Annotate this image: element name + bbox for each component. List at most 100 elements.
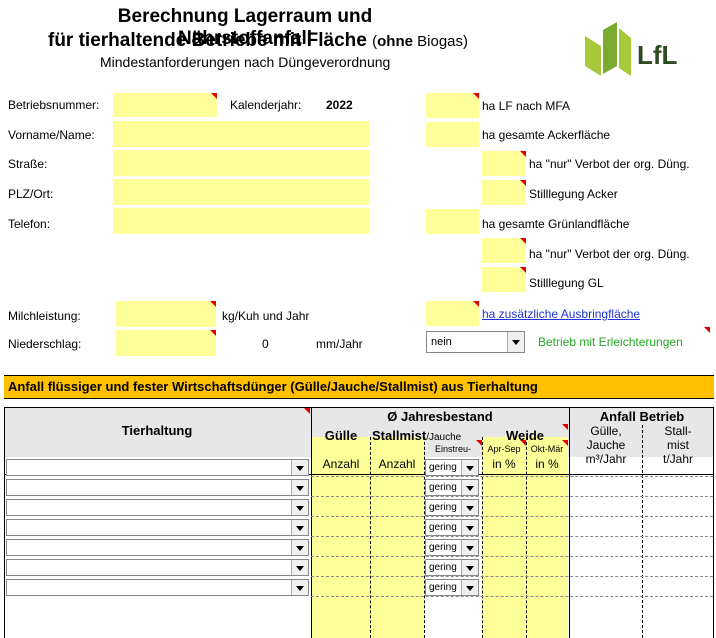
tierhaltung-select[interactable] xyxy=(6,459,309,476)
weide-okt-cell[interactable] xyxy=(526,477,568,497)
tierhaltung-comment-marker xyxy=(302,408,310,416)
strasse-label: Straße: xyxy=(8,157,48,171)
gl-verbot-input[interactable] xyxy=(482,238,526,263)
anfall-stallmist-cell xyxy=(642,497,714,517)
weide-apr-cell[interactable] xyxy=(482,517,526,537)
zusaetzlich-input[interactable] xyxy=(426,301,479,326)
anfall-stallmist-cell xyxy=(642,517,714,537)
guelle-anzahl-cell[interactable] xyxy=(312,457,370,477)
gruenland-input[interactable] xyxy=(426,209,479,234)
table-row: gering xyxy=(4,457,714,477)
stallmist-anzahl-cell[interactable] xyxy=(370,497,424,517)
einstreu-select[interactable]: gering xyxy=(425,499,479,516)
acker-stilllegung-input[interactable] xyxy=(482,180,526,205)
weide-okt-cell[interactable] xyxy=(526,537,568,557)
chevron-down-icon[interactable] xyxy=(461,480,478,495)
erleichterung-select[interactable]: nein xyxy=(426,331,525,353)
guelle-jauche-header-1: Gülle, xyxy=(590,424,622,438)
niederschlag-value: 0 xyxy=(262,337,269,351)
guelle-header: Gülle xyxy=(324,428,358,443)
erleichterung-select-value: nein xyxy=(431,336,452,348)
chevron-down-icon[interactable] xyxy=(291,520,308,535)
chevron-down-icon[interactable] xyxy=(461,460,478,475)
lf-input[interactable] xyxy=(426,93,479,118)
anfall-guelle-cell xyxy=(570,557,642,577)
zusaetzlich-link[interactable]: ha zusätzliche Ausbringfläche xyxy=(482,307,640,321)
chevron-down-icon[interactable] xyxy=(291,500,308,515)
einstreu-select[interactable]: gering xyxy=(425,539,479,556)
chevron-down-icon[interactable] xyxy=(291,480,308,495)
niederschlag-label: Niederschlag: xyxy=(8,337,82,351)
weide-okt-cell[interactable] xyxy=(526,577,568,597)
einstreu-select[interactable]: gering xyxy=(425,519,479,536)
chevron-down-icon[interactable] xyxy=(291,460,308,475)
gl-stilllegung-input[interactable] xyxy=(482,267,526,292)
chevron-down-icon[interactable] xyxy=(461,520,478,535)
guelle-anzahl-cell[interactable] xyxy=(312,497,370,517)
weide-okt-cell[interactable] xyxy=(526,457,568,477)
stallmist-anzahl-cell[interactable] xyxy=(370,457,424,477)
weide-apr-cell[interactable] xyxy=(482,457,526,477)
guelle-anzahl-cell[interactable] xyxy=(312,537,370,557)
lfl-logo: LfL xyxy=(583,22,713,78)
betriebsnummer-input[interactable] xyxy=(113,93,217,117)
einstreu-comment-marker xyxy=(474,440,482,448)
tierhaltung-select[interactable] xyxy=(6,539,309,556)
plz-input[interactable] xyxy=(113,179,369,205)
weide-apr-cell[interactable] xyxy=(482,477,526,497)
chevron-down-icon[interactable] xyxy=(461,580,478,595)
chevron-down-icon[interactable] xyxy=(461,540,478,555)
tierhaltung-select[interactable] xyxy=(6,479,309,496)
chevron-down-icon[interactable] xyxy=(461,560,478,575)
gruenland-label: ha gesamte Grünlandfläche xyxy=(482,217,630,231)
einstreu-select-value: gering xyxy=(429,562,457,573)
kalenderjahr-label: Kalenderjahr: xyxy=(230,98,302,112)
anfall-stallmist-cell xyxy=(642,457,714,477)
table-row: gering xyxy=(4,477,714,497)
weide-apr-cell[interactable] xyxy=(482,537,526,557)
guelle-jauche-header-2: Jauche xyxy=(586,438,626,452)
chevron-down-icon[interactable] xyxy=(507,332,524,352)
stallmist-anzahl-cell[interactable] xyxy=(370,517,424,537)
guelle-anzahl-cell[interactable] xyxy=(312,557,370,577)
guelle-anzahl-cell[interactable] xyxy=(312,517,370,537)
lf-label: ha LF nach MFA xyxy=(482,99,571,113)
einstreu-select[interactable]: gering xyxy=(425,579,479,596)
stallmist-anzahl-cell[interactable] xyxy=(370,477,424,497)
stallmist-anzahl-cell[interactable] xyxy=(370,557,424,577)
guelle-anzahl-cell[interactable] xyxy=(312,577,370,597)
stallmist-anzahl-cell[interactable] xyxy=(370,577,424,597)
tierhaltung-select[interactable] xyxy=(6,499,309,516)
stallmist-anzahl-cell[interactable] xyxy=(370,537,424,557)
strasse-input[interactable] xyxy=(113,150,369,176)
table-top-border xyxy=(4,407,714,408)
niederschlag-input[interactable] xyxy=(116,330,216,356)
tierhaltung-select[interactable] xyxy=(6,579,309,596)
title-line-2: für tierhaltende Betriebe mit Fläche (oh… xyxy=(48,30,528,52)
milchleistung-input[interactable] xyxy=(116,301,216,327)
stallmist-out-header-1: Stall- xyxy=(664,424,692,438)
section-title: Anfall flüssiger und fester Wirtschaftsd… xyxy=(8,379,538,394)
weide-okt-cell[interactable] xyxy=(526,557,568,577)
acker-input[interactable] xyxy=(426,122,479,147)
jahresbestand-header: Ø Jahresbestand xyxy=(387,409,493,424)
weide-apr-cell[interactable] xyxy=(482,577,526,597)
chevron-down-icon[interactable] xyxy=(291,560,308,575)
guelle-anzahl-cell[interactable] xyxy=(312,477,370,497)
weide-apr-cell[interactable] xyxy=(482,497,526,517)
weide-okt-cell[interactable] xyxy=(526,517,568,537)
vorname-input[interactable] xyxy=(113,121,369,147)
einstreu-select[interactable]: gering xyxy=(425,479,479,496)
chevron-down-icon[interactable] xyxy=(461,500,478,515)
weide-okt-cell[interactable] xyxy=(526,497,568,517)
chevron-down-icon[interactable] xyxy=(291,540,308,555)
tierhaltung-select[interactable] xyxy=(6,519,309,536)
einstreu-select[interactable]: gering xyxy=(425,559,479,576)
acker-verbot-input[interactable] xyxy=(482,151,526,176)
niederschlag-unit: mm/Jahr xyxy=(316,337,363,351)
einstreu-select[interactable]: gering xyxy=(425,459,479,476)
tierhaltung-select[interactable] xyxy=(6,559,309,576)
chevron-down-icon[interactable] xyxy=(291,580,308,595)
telefon-input[interactable] xyxy=(113,208,369,234)
weide-apr-cell[interactable] xyxy=(482,557,526,577)
